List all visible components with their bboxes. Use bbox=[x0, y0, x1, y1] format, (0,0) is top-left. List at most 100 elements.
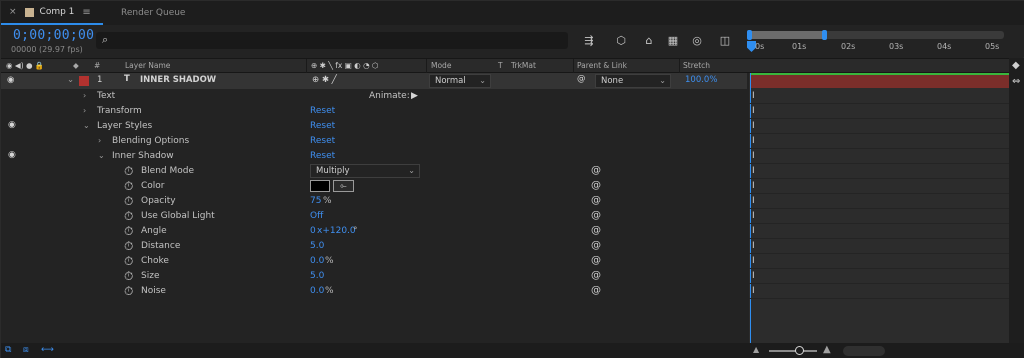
zoom-out-icon[interactable]: ▲ bbox=[753, 345, 759, 354]
property-size[interactable]: ⏱ Size 5.0 @ bbox=[1, 269, 747, 284]
graph-editor-icon[interactable]: ◫ bbox=[717, 33, 733, 49]
layer-label-color[interactable] bbox=[79, 76, 89, 86]
property-transform[interactable]: › Transform Reset bbox=[1, 104, 747, 119]
opacity-value[interactable]: 75 bbox=[310, 196, 321, 206]
current-time[interactable]: 0;00;00;00 bbox=[13, 28, 94, 43]
stopwatch-icon[interactable]: ⏱ bbox=[124, 239, 133, 253]
property-color[interactable]: ⏱ Color ⟜ @ bbox=[1, 179, 747, 194]
pick-whip-icon[interactable]: @ bbox=[591, 285, 601, 296]
pick-whip-icon[interactable]: @ bbox=[591, 195, 601, 206]
label-column-icon[interactable]: ◆ bbox=[73, 61, 79, 70]
reset-button[interactable]: Reset bbox=[310, 151, 335, 161]
close-icon[interactable]: × bbox=[9, 7, 17, 17]
motion-blur-icon[interactable]: ◎ bbox=[689, 33, 705, 49]
chevron-right-icon[interactable]: › bbox=[83, 91, 86, 100]
color-swatch[interactable] bbox=[310, 180, 330, 192]
shy-layers-icon[interactable]: ⌂ bbox=[641, 33, 657, 49]
pick-whip-icon[interactable]: @ bbox=[591, 270, 601, 281]
search-input[interactable]: ⌕ bbox=[96, 32, 568, 49]
pick-whip-icon[interactable]: @ bbox=[591, 210, 601, 221]
chevron-down-icon[interactable]: ⌄ bbox=[98, 151, 105, 160]
property-layer-styles[interactable]: ◉ ⌄ Layer Styles Reset bbox=[1, 119, 747, 134]
reset-button[interactable]: Reset bbox=[310, 121, 335, 131]
pick-whip-icon[interactable]: @ bbox=[577, 74, 586, 84]
frame-blending-icon[interactable]: ▦ bbox=[665, 33, 681, 49]
column-divider bbox=[573, 59, 574, 73]
time-navigator-range[interactable] bbox=[749, 31, 825, 39]
pick-whip-icon[interactable]: @ bbox=[591, 180, 601, 191]
eye-icon[interactable]: ◉ bbox=[8, 120, 16, 130]
pick-whip-icon[interactable]: @ bbox=[591, 165, 601, 176]
eyedropper-icon[interactable]: ⟜ bbox=[333, 180, 354, 192]
visibility-column-icon[interactable]: ◉ ◀) ● 🔒 bbox=[6, 61, 44, 70]
property-text[interactable]: › Text Animate: ▶ bbox=[1, 89, 747, 104]
stopwatch-icon[interactable]: ⏱ bbox=[124, 209, 133, 223]
stopwatch-icon[interactable]: ⏱ bbox=[124, 284, 133, 298]
animate-play-icon[interactable]: ▶ bbox=[411, 91, 418, 101]
mode-dropdown[interactable]: Normal ⌄ bbox=[429, 74, 491, 88]
parent-dropdown[interactable]: None ⌄ bbox=[595, 74, 671, 88]
property-distance[interactable]: ⏱ Distance 5.0 @ bbox=[1, 239, 747, 254]
composition-flowchart-icon[interactable]: ⇶ bbox=[581, 33, 597, 49]
tab-render-queue[interactable]: Render Queue bbox=[121, 1, 185, 25]
property-label: Inner Shadow bbox=[112, 151, 174, 161]
stopwatch-icon[interactable]: ⏱ bbox=[124, 224, 133, 238]
blend-mode-dropdown[interactable]: Multiply ⌄ bbox=[310, 164, 420, 178]
zoom-slider-track[interactable] bbox=[769, 350, 817, 352]
modes-toggle-icon[interactable]: ⧈ bbox=[23, 345, 29, 355]
menu-icon[interactable]: ≡ bbox=[82, 7, 90, 18]
reset-button[interactable]: Reset bbox=[310, 136, 335, 146]
pick-whip-icon[interactable]: @ bbox=[591, 240, 601, 251]
layer-switches[interactable]: ⊕ ✱ ╱ bbox=[312, 75, 337, 85]
eye-icon[interactable]: ◉ bbox=[7, 75, 14, 85]
work-area-end-icon[interactable]: ◆ bbox=[1012, 60, 1020, 71]
eye-icon[interactable]: ◉ bbox=[8, 150, 16, 160]
layer-duration-bar[interactable] bbox=[751, 73, 1009, 88]
tab-comp[interactable]: × Comp 1 ≡ bbox=[1, 1, 103, 25]
noise-value[interactable]: 0.0 bbox=[310, 286, 324, 296]
chevron-down-icon[interactable]: ⌄ bbox=[83, 121, 90, 130]
property-blending-options[interactable]: › Blending Options Reset bbox=[1, 134, 747, 149]
property-choke[interactable]: ⏱ Choke 0.0 % @ bbox=[1, 254, 747, 269]
stopwatch-icon[interactable]: ⏱ bbox=[124, 164, 133, 178]
comp-button-icon[interactable]: ⇔ bbox=[1012, 76, 1020, 87]
chevron-right-icon[interactable]: › bbox=[83, 106, 86, 115]
draft-3d-icon[interactable]: ⬡ bbox=[613, 33, 629, 49]
reset-button[interactable]: Reset bbox=[310, 106, 335, 116]
angle-revolutions-value[interactable]: 0 bbox=[310, 226, 316, 236]
zoom-slider-knob[interactable] bbox=[795, 346, 804, 355]
stopwatch-icon[interactable]: ⏱ bbox=[124, 269, 133, 283]
stopwatch-icon[interactable]: ⏱ bbox=[124, 194, 133, 208]
angle-degrees-value[interactable]: x+120.0 bbox=[317, 226, 356, 236]
property-use-global-light[interactable]: ⏱ Use Global Light Off @ bbox=[1, 209, 747, 224]
use-global-light-value[interactable]: Off bbox=[310, 211, 323, 221]
navigator-end-handle[interactable] bbox=[822, 30, 827, 40]
pick-whip-icon[interactable]: @ bbox=[591, 225, 601, 236]
time-ruler[interactable]: 0s 01s 02s 03s 04s 05s bbox=[747, 29, 1009, 57]
layer-name-column[interactable]: Layer Name bbox=[125, 61, 170, 70]
property-angle[interactable]: ⏱ Angle 0 x+120.0 ° @ bbox=[1, 224, 747, 239]
distance-value[interactable]: 5.0 bbox=[310, 241, 324, 251]
property-bar-icon: I bbox=[752, 241, 755, 251]
horizontal-scrollbar[interactable] bbox=[843, 346, 885, 356]
layer-name[interactable]: INNER SHADOW bbox=[140, 75, 216, 85]
property-noise[interactable]: ⏱ Noise 0.0 % @ bbox=[1, 284, 747, 299]
chevron-down-icon[interactable]: ⌄ bbox=[67, 75, 74, 85]
size-value[interactable]: 5.0 bbox=[310, 271, 324, 281]
property-opacity[interactable]: ⏱ Opacity 75 % @ bbox=[1, 194, 747, 209]
choke-value[interactable]: 0.0 bbox=[310, 256, 324, 266]
property-blend-mode[interactable]: ⏱ Blend Mode Multiply ⌄ @ bbox=[1, 164, 747, 179]
timeline-area[interactable]: IIIIIIIIIIIIII bbox=[749, 73, 1009, 343]
layer-row[interactable]: ◉ ⌄ 1 T INNER SHADOW ⊕ ✱ ╱ Normal ⌄ @ No… bbox=[1, 73, 747, 89]
stopwatch-icon[interactable]: ⏱ bbox=[124, 179, 133, 193]
chevron-down-icon: ⌄ bbox=[479, 76, 486, 85]
layer-switches-toggle-icon[interactable]: ⧉ bbox=[5, 345, 11, 355]
property-inner-shadow[interactable]: ◉ ⌄ Inner Shadow Reset bbox=[1, 149, 747, 164]
stretch-value[interactable]: 100.0% bbox=[685, 75, 717, 85]
navigator-start-handle[interactable] bbox=[747, 30, 752, 40]
chevron-right-icon[interactable]: › bbox=[98, 136, 101, 145]
zoom-in-icon[interactable]: ▲ bbox=[823, 344, 831, 355]
pick-whip-icon[interactable]: @ bbox=[591, 255, 601, 266]
stopwatch-icon[interactable]: ⏱ bbox=[124, 254, 133, 268]
stretch-toggle-icon[interactable]: ⟷ bbox=[41, 345, 54, 355]
